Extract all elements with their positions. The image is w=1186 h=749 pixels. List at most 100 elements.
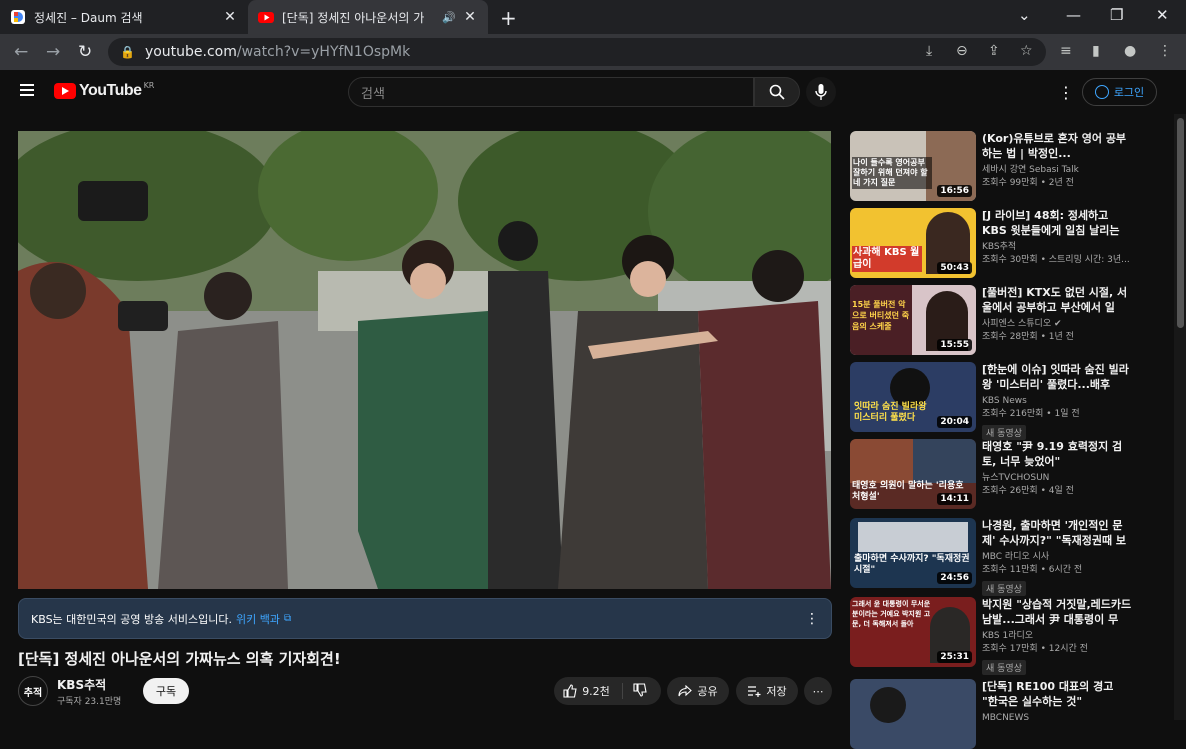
recommendation-title[interactable]: (Kor)유튜브로 혼자 영어 공부하는 법 | 박정인... bbox=[982, 131, 1132, 161]
search-input[interactable]: 검색 bbox=[348, 77, 754, 107]
youtube-logo[interactable]: YouTube KR bbox=[54, 81, 154, 100]
video-thumbnail[interactable]: 사과해 KBS 월급이 50:43 bbox=[850, 208, 976, 278]
info-panel: KBS는 대한민국의 공영 방송 서비스입니다. 위키 백과 ⧉ ⋮ bbox=[18, 598, 832, 639]
browser-tab-strip: 정세진 – Daum 검색 ✕ [단독] 정세진 아나운서의 가 🔊 ✕ + ⌄… bbox=[0, 0, 1186, 34]
recommendation-item[interactable]: 15분 풀버전 악으로 버티셨던 죽음의 스케줄 15:55 [풀버전] KTX… bbox=[850, 285, 1168, 355]
recommendation-channel[interactable]: MBCNEWS bbox=[982, 712, 1132, 725]
channel-avatar[interactable]: 추적 bbox=[18, 676, 48, 706]
add-to-playlist-icon bbox=[748, 686, 761, 697]
recommendation-item[interactable]: 그래서 윤 대통령이 무서운 분이라는 거예요 박지원 고문, 더 독해져서 돌… bbox=[850, 597, 1168, 675]
duration-badge: 14:11 bbox=[937, 493, 972, 505]
tab-search-icon[interactable]: ⌄ bbox=[1018, 6, 1031, 24]
tab-title: [단독] 정세진 아나운서의 가 bbox=[282, 10, 425, 25]
new-video-badge: 새 동영상 bbox=[982, 660, 1026, 675]
reload-icon[interactable]: ↻ bbox=[78, 42, 92, 62]
recommendation-title[interactable]: 태영호 "尹 9.19 효력정지 검토, 너무 늦었어" bbox=[982, 439, 1132, 469]
external-link-icon: ⧉ bbox=[283, 613, 292, 624]
info-panel-menu-icon[interactable]: ⋮ bbox=[805, 611, 819, 627]
video-thumbnail[interactable]: 나이 들수록 영어공부 잘하기 위해 던져야 할 네 가지 질문 16:56 bbox=[850, 131, 976, 201]
side-panel-icon[interactable]: ▮ bbox=[1092, 43, 1100, 59]
url-host: youtube.com bbox=[144, 44, 237, 60]
share-label: 공유 bbox=[697, 685, 718, 698]
subscribe-button[interactable]: 구독 bbox=[143, 678, 189, 704]
browser-tab-youtube[interactable]: [단독] 정세진 아나운서의 가 🔊 ✕ bbox=[248, 0, 488, 34]
dislike-button[interactable] bbox=[623, 682, 652, 700]
forward-icon[interactable]: → bbox=[46, 42, 60, 62]
close-tab-icon[interactable]: ✕ bbox=[222, 9, 238, 25]
window-close-icon[interactable]: ✕ bbox=[1156, 6, 1169, 24]
login-label: 로그인 bbox=[1113, 86, 1145, 99]
restore-icon[interactable]: ❐ bbox=[1110, 6, 1123, 24]
recommendation-title[interactable]: [풀버전] KTX도 없던 시절, 서울에서 공부하고 부산에서 일했... bbox=[982, 285, 1132, 315]
video-player[interactable] bbox=[18, 131, 831, 589]
recommendation-channel[interactable]: KBS News bbox=[982, 395, 1132, 408]
recommendation-channel[interactable]: KBS추적 bbox=[982, 241, 1132, 254]
recommendation-title[interactable]: [단독] RE100 대표의 경고 "한국은 실수하는 것" (2023.01.… bbox=[982, 679, 1132, 709]
bookmark-star-icon[interactable]: ☆ bbox=[1020, 43, 1033, 59]
new-tab-icon[interactable]: + bbox=[500, 6, 517, 30]
share-button[interactable]: 공유 bbox=[667, 677, 729, 705]
tab-title: 정세진 – Daum 검색 bbox=[34, 10, 143, 25]
profile-icon[interactable]: ● bbox=[1124, 43, 1136, 59]
recommendation-channel[interactable]: KBS 1라디오 bbox=[982, 630, 1132, 643]
recommendation-item[interactable]: [단독] RE100 대표의 경고 "한국은 실수하는 것" (2023.01.… bbox=[850, 679, 1168, 749]
like-dislike-group: 9.2천 bbox=[554, 677, 661, 705]
channel-name[interactable]: KBS추적 bbox=[57, 676, 106, 693]
settings-menu-icon[interactable]: ⋮ bbox=[1058, 83, 1074, 102]
thumbnail-caption: 15분 풀버전 악으로 버티셨던 죽음의 스케줄 bbox=[852, 300, 910, 331]
video-thumbnail[interactable]: 태영호 의원이 말하는 '리용호 처형설' 14:11 bbox=[850, 439, 976, 509]
recommendation-meta: 조회수 99만회 • 2년 전 bbox=[982, 178, 1074, 188]
recommendation-item[interactable]: 나이 들수록 영어공부 잘하기 위해 던져야 할 네 가지 질문 16:56 (… bbox=[850, 131, 1168, 201]
zoom-icon[interactable]: ⊖ bbox=[956, 43, 968, 59]
like-count: 9.2천 bbox=[582, 685, 610, 698]
close-tab-icon[interactable]: ✕ bbox=[462, 9, 478, 25]
more-actions-button[interactable]: ⋯ bbox=[804, 677, 832, 705]
recommendation-title[interactable]: [한눈에 이슈] 잇따라 숨진 빌라왕 '미스터리' 풀렸다...배후 조... bbox=[982, 362, 1132, 392]
url-path: /watch?v=yHYfN1OspMk bbox=[236, 44, 411, 60]
media-control-icon[interactable]: ≡ bbox=[1060, 43, 1072, 59]
video-thumbnail[interactable]: 출마하면 수사까지? "독재정권 시절" 24:56 bbox=[850, 518, 976, 588]
share-page-icon[interactable]: ⇪ bbox=[988, 43, 1000, 59]
page-scrollbar[interactable] bbox=[1174, 114, 1186, 720]
duration-badge: 15:55 bbox=[937, 339, 972, 351]
voice-search-button[interactable] bbox=[806, 77, 836, 107]
browser-menu-icon[interactable]: ⋮ bbox=[1158, 43, 1172, 59]
url-field[interactable]: 🔒 youtube.com/watch?v=yHYfN1OspMk bbox=[108, 38, 1046, 66]
back-icon[interactable]: ← bbox=[14, 42, 28, 62]
save-button[interactable]: 저장 bbox=[736, 677, 798, 705]
recommendation-channel[interactable]: 뉴스TVCHOSUN bbox=[982, 472, 1132, 485]
recommendation-channel[interactable]: MBC 라디오 시사 bbox=[982, 551, 1132, 564]
recommendation-item[interactable]: 사과해 KBS 월급이 50:43 [J 라이브] 48회: 정세하고 KBS … bbox=[850, 208, 1168, 278]
recommendation-title[interactable]: 박지원 "상습적 거짓말,레드카드 남발...그래서 尹 대통령이 무서... bbox=[982, 597, 1132, 627]
login-button[interactable]: 로그인 bbox=[1082, 78, 1157, 106]
video-thumbnail[interactable]: 잇따라 숨진 빌라왕 미스터리 풀렸다 20:04 bbox=[850, 362, 976, 432]
speaker-icon[interactable]: 🔊 bbox=[442, 11, 456, 24]
recommendation-item[interactable]: 태영호 의원이 말하는 '리용호 처형설' 14:11 태영호 "尹 9.19 … bbox=[850, 439, 1168, 509]
like-button[interactable]: 9.2천 bbox=[563, 683, 623, 699]
recommendation-item[interactable]: 잇따라 숨진 빌라왕 미스터리 풀렸다 20:04 [한눈에 이슈] 잇따라 숨… bbox=[850, 362, 1168, 440]
recommendation-title[interactable]: [J 라이브] 48회: 정세하고 KBS 윗분들에게 일침 날리는 정세... bbox=[982, 208, 1132, 238]
wikipedia-link[interactable]: 위키 백과 bbox=[236, 611, 280, 627]
thumbnail-caption: 잇따라 숨진 빌라왕 미스터리 풀렸다 bbox=[854, 402, 927, 423]
duration-badge: 24:56 bbox=[937, 572, 972, 584]
browser-tab-daum[interactable]: 정세진 – Daum 검색 ✕ bbox=[0, 0, 248, 34]
lock-icon[interactable]: 🔒 bbox=[120, 45, 135, 59]
search-icon bbox=[769, 84, 785, 100]
recommendation-item[interactable]: 출마하면 수사까지? "독재정권 시절" 24:56 나경원, 출마하면 '개인… bbox=[850, 518, 1168, 596]
duration-badge: 50:43 bbox=[937, 262, 972, 274]
recommendation-meta: 조회수 17만회 • 12시간 전 bbox=[982, 644, 1088, 654]
new-video-badge: 새 동영상 bbox=[982, 425, 1026, 440]
daum-favicon-icon bbox=[11, 10, 25, 24]
video-thumbnail[interactable]: 그래서 윤 대통령이 무서운 분이라는 거예요 박지원 고문, 더 독해져서 돌… bbox=[850, 597, 976, 667]
video-thumbnail[interactable] bbox=[850, 679, 976, 749]
install-app-icon[interactable]: ⤓ bbox=[926, 43, 932, 59]
guide-menu-icon[interactable] bbox=[20, 84, 34, 99]
video-thumbnail[interactable]: 15분 풀버전 악으로 버티셨던 죽음의 스케줄 15:55 bbox=[850, 285, 976, 355]
recommendation-channel[interactable]: 사피엔스 스튜디오 ✔ bbox=[982, 318, 1132, 331]
minimize-icon[interactable]: — bbox=[1066, 6, 1081, 24]
search-button[interactable] bbox=[754, 77, 800, 107]
recommendation-channel[interactable]: 세바시 강연 Sebasi Talk bbox=[982, 164, 1132, 177]
recommendation-title[interactable]: 나경원, 출마하면 '개인적인 문제' 수사까지?" "독재정권때 보던 일..… bbox=[982, 518, 1132, 548]
scrollbar-thumb[interactable] bbox=[1177, 118, 1184, 328]
user-icon bbox=[1094, 85, 1109, 99]
